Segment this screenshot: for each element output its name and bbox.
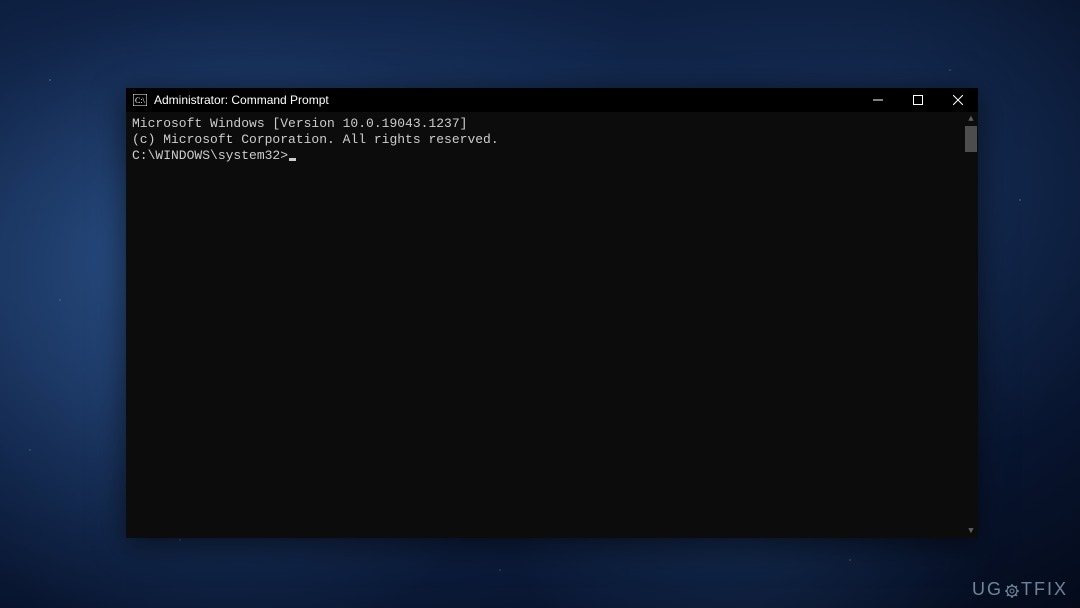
gear-icon [1004, 583, 1020, 599]
scroll-thumb[interactable] [965, 126, 977, 152]
scroll-track[interactable] [964, 152, 978, 524]
minimize-button[interactable] [858, 88, 898, 112]
terminal-prompt-line: C:\WINDOWS\system32> [132, 148, 972, 164]
scroll-down-icon[interactable]: ▼ [964, 524, 978, 538]
watermark: UG TFIX [972, 579, 1068, 600]
maximize-button[interactable] [898, 88, 938, 112]
terminal-output-line: (c) Microsoft Corporation. All rights re… [132, 132, 972, 148]
cursor-icon [289, 158, 296, 161]
terminal-body[interactable]: Microsoft Windows [Version 10.0.19043.12… [126, 112, 978, 538]
titlebar[interactable]: C:\ Administrator: Command Prompt [126, 88, 978, 112]
close-button[interactable] [938, 88, 978, 112]
command-prompt-window: C:\ Administrator: Command Prompt Micros… [126, 88, 978, 538]
scrollbar[interactable]: ▲ ▼ [964, 112, 978, 538]
window-controls [858, 88, 978, 112]
scroll-up-icon[interactable]: ▲ [964, 112, 978, 126]
cmd-icon: C:\ [132, 92, 148, 108]
watermark-text-1: UG [972, 579, 1003, 600]
terminal-prompt: C:\WINDOWS\system32> [132, 148, 288, 164]
window-title: Administrator: Command Prompt [154, 93, 858, 107]
terminal-output-line: Microsoft Windows [Version 10.0.19043.12… [132, 116, 972, 132]
svg-text:C:\: C:\ [135, 96, 146, 105]
watermark-text-2: TFIX [1021, 579, 1068, 600]
